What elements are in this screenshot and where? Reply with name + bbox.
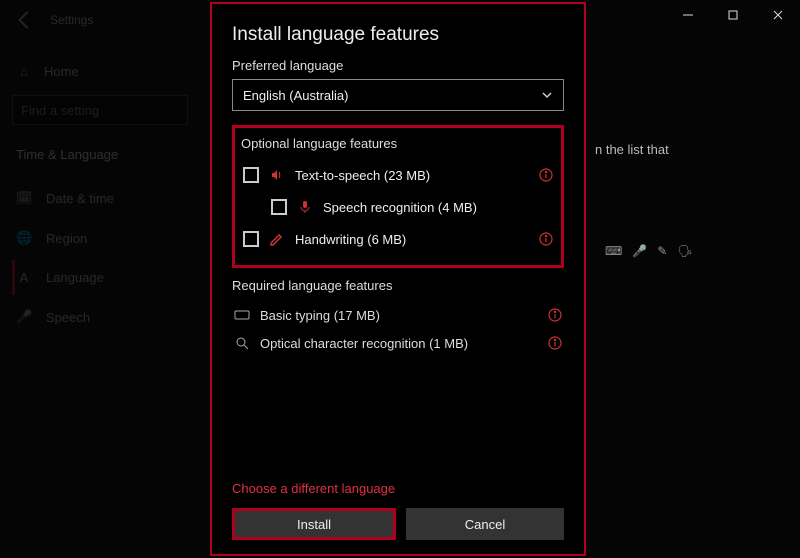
section-title: Time & Language [12,143,188,166]
info-icon[interactable] [548,336,562,350]
preferred-language-value: English (Australia) [243,88,349,103]
feature-label: Text-to-speech (23 MB) [295,168,529,183]
install-button[interactable]: Install [232,508,396,540]
feature-text-to-speech: Text-to-speech (23 MB) [241,159,555,191]
home-icon: ⌂ [16,64,32,79]
feature-handwriting: Handwriting (6 MB) [241,223,555,255]
choose-different-language-link[interactable]: Choose a different language [232,481,564,496]
info-icon[interactable] [548,308,562,322]
info-icon[interactable] [539,232,553,246]
sidebar-item-language[interactable]: A Language [12,260,188,295]
maximize-button[interactable] [710,0,755,30]
sidebar-home[interactable]: ⌂ Home [12,58,188,85]
feature-label: Handwriting (6 MB) [295,232,529,247]
handwriting-icon [269,231,285,247]
chevron-down-icon [541,89,553,101]
feature-label: Basic typing (17 MB) [260,308,538,323]
pen-icon: ✎ [657,244,667,258]
cancel-button[interactable]: Cancel [406,508,564,540]
microphone-icon: 🎤 [16,309,32,325]
checkbox-speech-rec[interactable] [271,199,287,215]
close-button[interactable] [755,0,800,30]
preferred-language-label: Preferred language [232,58,564,73]
globe-icon: 🌐 [16,230,32,246]
required-features-label: Required language features [232,278,564,293]
sidebar-item-region[interactable]: 🌐 Region [12,220,188,256]
required-features-group: Required language features Basic typing … [232,278,564,357]
info-icon[interactable] [539,168,553,182]
sidebar-item-date-time[interactable]: 🗓 Date & time [12,180,188,216]
app-title: Settings [50,13,93,27]
install-language-dialog: Install language features Preferred lang… [210,2,586,556]
microphone-icon: 🎤 [632,244,647,258]
sidebar-home-label: Home [44,64,79,79]
feature-basic-typing: Basic typing (17 MB) [232,301,564,329]
search-placeholder: Find a setting [21,103,99,118]
preferred-language-select[interactable]: English (Australia) [232,79,564,111]
feature-label: Speech recognition (4 MB) [323,200,553,215]
sidebar-item-label: Region [46,231,87,246]
minimize-button[interactable] [665,0,710,30]
tts-icon [269,167,285,183]
calendar-icon: 🗓 [16,190,32,206]
keyboard-icon [234,307,250,323]
language-icon: A [16,270,32,285]
feature-label: Optical character recognition (1 MB) [260,336,538,351]
tts-icon: 🗣 [677,244,692,258]
sidebar-item-label: Date & time [46,191,114,206]
feature-ocr: Optical character recognition (1 MB) [232,329,564,357]
window-controls [665,0,800,32]
bg-feature-icons: ⌨ 🎤 ✎ 🗣 [605,244,693,258]
optional-features-label: Optional language features [241,136,555,151]
optional-features-group: Optional language features Text-to-speec… [232,125,564,268]
sidebar-item-label: Language [46,270,104,285]
checkbox-handwriting[interactable] [243,231,259,247]
checkbox-tts[interactable] [243,167,259,183]
microphone-icon [297,199,313,215]
sidebar-item-label: Speech [46,310,90,325]
dialog-buttons: Install Cancel [232,508,564,540]
feature-speech-recognition: Speech recognition (4 MB) [241,191,555,223]
dialog-title: Install language features [232,24,564,46]
keyboard-icon: ⌨ [605,244,622,258]
ocr-icon [234,335,250,351]
back-icon[interactable] [14,9,36,31]
bg-text-fragment: n the list that [595,142,669,157]
sidebar-item-speech[interactable]: 🎤 Speech [12,299,188,335]
search-input[interactable]: Find a setting [12,95,188,125]
